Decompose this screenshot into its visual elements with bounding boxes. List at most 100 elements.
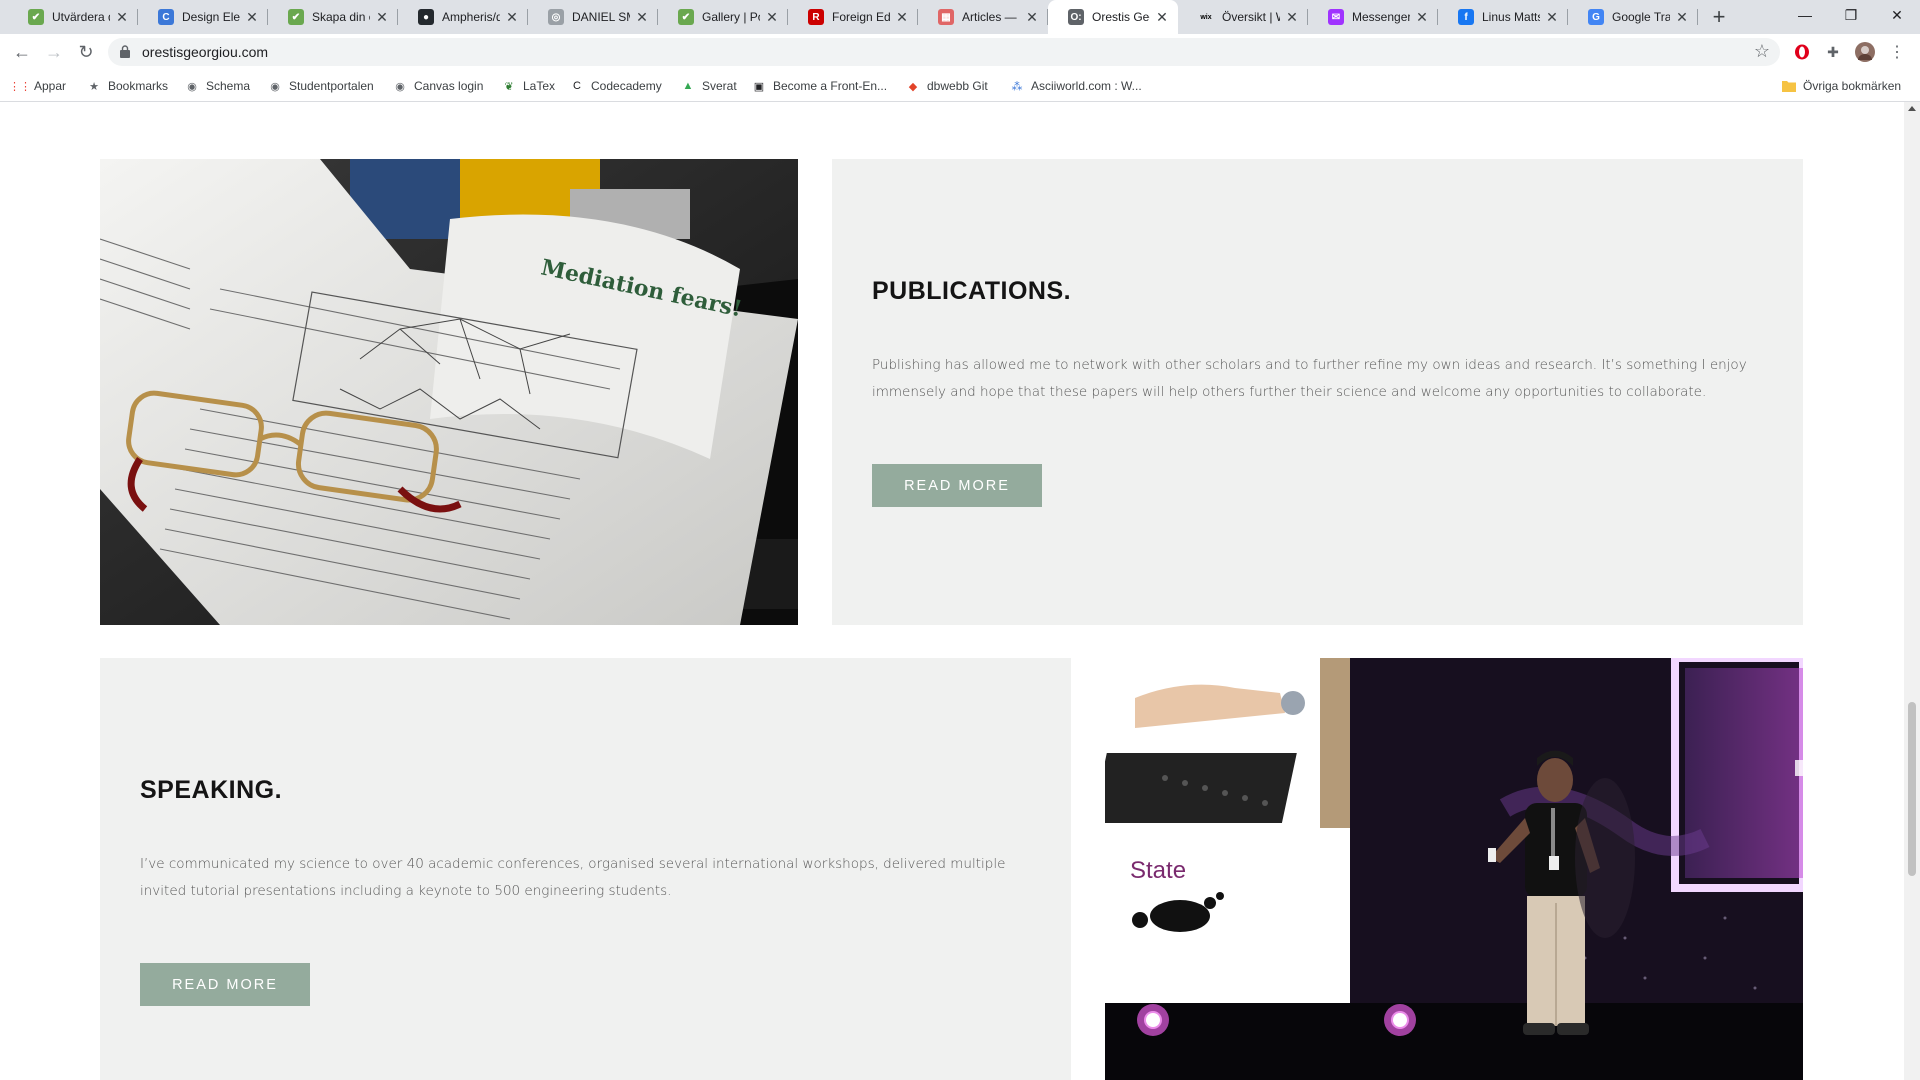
bookmark-label: Codecademy xyxy=(591,79,662,93)
globe-icon: ◉ xyxy=(187,80,197,93)
tab-favicon-icon: O: xyxy=(1068,9,1084,25)
bookmark-item[interactable]: ◆ dbwebb Git xyxy=(906,77,988,95)
bookmark-item[interactable]: ◉ Canvas login xyxy=(393,77,483,95)
browser-toolbar: ← → ↻ orestisgeorgiou.com ☆ ✚ ⋮ xyxy=(0,34,1920,70)
lock-icon xyxy=(120,45,130,58)
tab-close-icon[interactable]: ✕ xyxy=(114,9,130,26)
bookmark-item[interactable]: C Codecademy xyxy=(570,77,662,95)
back-arrow-icon[interactable]: ← xyxy=(10,40,34,64)
reload-icon[interactable]: ↻ xyxy=(74,40,98,64)
tab-close-icon[interactable]: ✕ xyxy=(634,9,650,26)
new-tab-button[interactable]: + xyxy=(1707,4,1731,29)
browser-chrome: ✔Utvärdera d✕CDesign Elem✕✔Skapa din e✕●… xyxy=(0,0,1920,102)
opera-icon[interactable] xyxy=(1792,42,1812,62)
bookmark-star-icon[interactable]: ☆ xyxy=(1754,41,1770,62)
bookmark-label: Bookmarks xyxy=(108,79,169,93)
browser-tab[interactable]: ✔ Utvärdera d ✕ xyxy=(8,0,138,34)
publications-description: Publishing has allowed me to network wit… xyxy=(872,357,1747,400)
star-icon: ★ xyxy=(89,80,99,93)
apps-grid-icon: ⋮⋮ xyxy=(9,80,31,93)
bookmark-label: Become a Front-En... xyxy=(773,79,888,93)
bookmark-item[interactable]: ⋮⋮ Appar xyxy=(9,77,67,95)
scroll-up-arrow-icon[interactable] xyxy=(1908,106,1916,111)
bookmark-item[interactable]: ⁂ Asciiworld.com : W... xyxy=(1010,77,1142,95)
speaking-image: State xyxy=(1105,658,1803,1080)
speaking-description: I’ve communicated my science to over 40 … xyxy=(140,856,1006,899)
tab-strip: ✔Utvärdera d✕CDesign Elem✕✔Skapa din e✕●… xyxy=(0,0,1920,34)
bookmark-item[interactable]: ◉ Schema xyxy=(185,77,250,95)
tab-favicon-icon: G xyxy=(1588,9,1604,25)
tab-close-icon[interactable]: ✕ xyxy=(764,9,780,26)
bookmark-item[interactable]: ★ Bookmarks xyxy=(87,77,168,95)
tab-title: Gallery | Por xyxy=(702,10,760,24)
profile-avatar[interactable] xyxy=(1855,42,1875,62)
browser-tab[interactable]: ◎ DANIEL SMI ✕ xyxy=(528,0,658,34)
restore-button[interactable]: ❐ xyxy=(1828,0,1874,30)
tab-close-icon[interactable]: ✕ xyxy=(1414,9,1430,26)
tab-title: Design Elem xyxy=(182,10,240,24)
tab-favicon-icon: ▦ xyxy=(938,9,954,25)
leaf-icon: ❦ xyxy=(504,80,514,93)
browser-tab[interactable]: R Foreign Edit ✕ xyxy=(788,0,918,34)
scrollbar-thumb[interactable] xyxy=(1908,702,1916,876)
tab-title: Utvärdera d xyxy=(52,10,110,24)
browser-tab[interactable]: ▦ Articles — X ✕ xyxy=(918,0,1048,34)
browser-tab[interactable]: C Design Elem ✕ xyxy=(138,0,268,34)
other-bookmarks-label: Övriga bokmärken xyxy=(1803,79,1902,93)
tab-close-icon[interactable]: ✕ xyxy=(504,9,520,26)
minimize-button[interactable]: — xyxy=(1782,0,1828,30)
codecademy-icon: C xyxy=(573,80,581,92)
bookmark-item[interactable]: ▣ Become a Front-En... xyxy=(752,77,887,95)
bookmark-item[interactable]: ▲ Sverat xyxy=(681,77,737,95)
tab-favicon-icon: ✔ xyxy=(288,9,304,25)
close-window-button[interactable]: ✕ xyxy=(1874,0,1920,30)
tab-close-icon[interactable]: ✕ xyxy=(244,9,260,26)
tab-favicon-icon: f xyxy=(1458,9,1474,25)
bookmark-label: Appar xyxy=(34,79,67,93)
address-bar[interactable]: orestisgeorgiou.com ☆ xyxy=(108,38,1780,66)
tab-close-icon[interactable]: ✕ xyxy=(1024,9,1040,26)
more-menu-icon[interactable]: ⋮ xyxy=(1887,42,1907,62)
bookmark-label: Sverat xyxy=(702,79,737,93)
browser-tab[interactable]: O: Orestis Geo ✕ xyxy=(1048,0,1178,34)
tab-title: Orestis Geo xyxy=(1092,10,1150,24)
bookmark-label: Canvas login xyxy=(414,79,484,93)
speaking-read-more-button[interactable]: READ MORE xyxy=(140,963,310,1006)
tab-favicon-icon: C xyxy=(158,9,174,25)
folder-icon xyxy=(1782,79,1796,93)
tab-close-icon[interactable]: ✕ xyxy=(1154,9,1170,26)
globe-icon: ◉ xyxy=(395,80,405,93)
browser-tab[interactable]: wix Översikt | W ✕ xyxy=(1178,0,1308,34)
other-bookmarks-folder[interactable]: Övriga bokmärken xyxy=(1782,77,1901,95)
tab-close-icon[interactable]: ✕ xyxy=(1544,9,1560,26)
browser-tab[interactable]: f Linus Matts ✕ xyxy=(1438,0,1568,34)
browser-tab[interactable]: G Google Tran ✕ xyxy=(1568,0,1698,34)
tab-title: Ampheris/d xyxy=(442,10,500,24)
extensions-puzzle-icon[interactable]: ✚ xyxy=(1823,42,1843,62)
tab-close-icon[interactable]: ✕ xyxy=(894,9,910,26)
browser-tab[interactable]: ✔ Skapa din e ✕ xyxy=(268,0,398,34)
tab-close-icon[interactable]: ✕ xyxy=(1674,9,1690,26)
publications-read-more-button[interactable]: READ MORE xyxy=(872,464,1042,507)
tab-close-icon[interactable]: ✕ xyxy=(1284,9,1300,26)
forward-arrow-icon[interactable]: → xyxy=(42,40,66,64)
tab-favicon-icon: R xyxy=(808,9,824,25)
tab-close-icon[interactable]: ✕ xyxy=(374,9,390,26)
speaking-panel: SPEAKING. I’ve communicated my science t… xyxy=(100,658,1071,1080)
globe-icon: ◉ xyxy=(270,80,280,93)
page-scrollbar[interactable] xyxy=(1904,102,1920,1080)
tab-title: Linus Matts xyxy=(1482,10,1540,24)
tab-title: Foreign Edit xyxy=(832,10,890,24)
tab-title: Översikt | W xyxy=(1222,10,1280,24)
browser-tab[interactable]: ✔ Gallery | Por ✕ xyxy=(658,0,788,34)
bookmark-label: Asciiworld.com : W... xyxy=(1031,79,1142,93)
bookmark-item[interactable]: ◉ Studentportalen xyxy=(268,77,374,95)
bookmark-item[interactable]: ❦ LaTex xyxy=(502,77,555,95)
browser-tab[interactable]: ● Ampheris/d ✕ xyxy=(398,0,528,34)
tab-separator xyxy=(1697,9,1698,25)
tab-favicon-icon: ◎ xyxy=(548,9,564,25)
browser-tab[interactable]: ✉ Messenger ✕ xyxy=(1308,0,1438,34)
tab-title: Skapa din e xyxy=(312,10,370,24)
tab-title: Google Tran xyxy=(1612,10,1670,24)
tab-favicon-icon: ✔ xyxy=(678,9,694,25)
